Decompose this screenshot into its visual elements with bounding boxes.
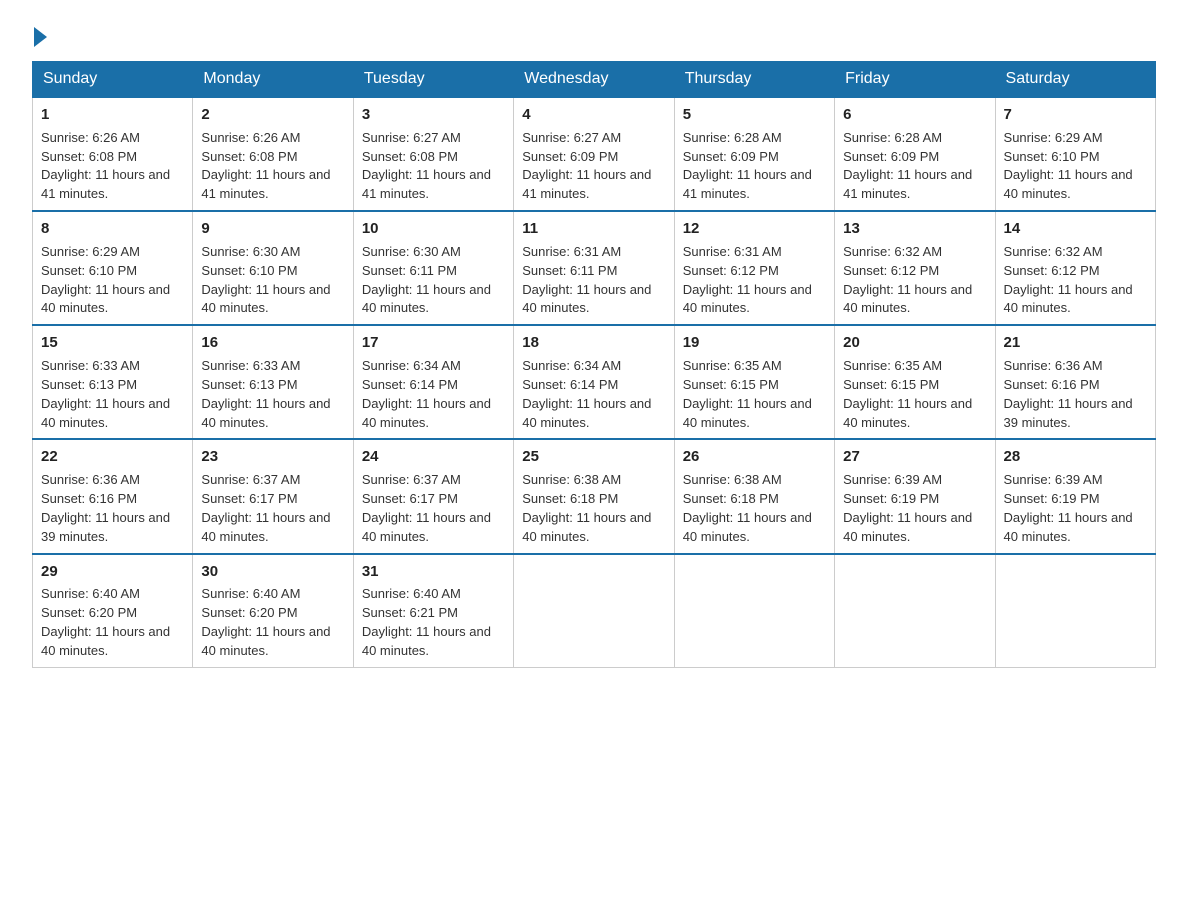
calendar-cell: 7Sunrise: 6:29 AMSunset: 6:10 PMDaylight… bbox=[995, 97, 1155, 211]
calendar-cell bbox=[835, 554, 995, 668]
day-number: 28 bbox=[1004, 446, 1147, 468]
day-number: 16 bbox=[201, 332, 344, 354]
page-header bbox=[32, 24, 1156, 43]
week-row-5: 29Sunrise: 6:40 AMSunset: 6:20 PMDayligh… bbox=[33, 554, 1156, 668]
logo bbox=[32, 24, 47, 43]
calendar-cell: 27Sunrise: 6:39 AMSunset: 6:19 PMDayligh… bbox=[835, 439, 995, 553]
calendar-cell bbox=[674, 554, 834, 668]
day-number: 13 bbox=[843, 218, 986, 240]
day-header-friday: Friday bbox=[835, 62, 995, 98]
day-number: 30 bbox=[201, 561, 344, 583]
calendar-cell: 9Sunrise: 6:30 AMSunset: 6:10 PMDaylight… bbox=[193, 211, 353, 325]
calendar-cell bbox=[514, 554, 674, 668]
day-number: 20 bbox=[843, 332, 986, 354]
calendar-cell: 3Sunrise: 6:27 AMSunset: 6:08 PMDaylight… bbox=[353, 97, 513, 211]
calendar-table: SundayMondayTuesdayWednesdayThursdayFrid… bbox=[32, 61, 1156, 668]
day-number: 25 bbox=[522, 446, 665, 468]
calendar-cell: 24Sunrise: 6:37 AMSunset: 6:17 PMDayligh… bbox=[353, 439, 513, 553]
calendar-cell: 29Sunrise: 6:40 AMSunset: 6:20 PMDayligh… bbox=[33, 554, 193, 668]
day-number: 6 bbox=[843, 104, 986, 126]
day-number: 9 bbox=[201, 218, 344, 240]
day-header-monday: Monday bbox=[193, 62, 353, 98]
day-number: 26 bbox=[683, 446, 826, 468]
calendar-cell: 12Sunrise: 6:31 AMSunset: 6:12 PMDayligh… bbox=[674, 211, 834, 325]
day-number: 27 bbox=[843, 446, 986, 468]
day-number: 23 bbox=[201, 446, 344, 468]
day-number: 19 bbox=[683, 332, 826, 354]
day-number: 31 bbox=[362, 561, 505, 583]
calendar-cell: 30Sunrise: 6:40 AMSunset: 6:20 PMDayligh… bbox=[193, 554, 353, 668]
week-row-2: 8Sunrise: 6:29 AMSunset: 6:10 PMDaylight… bbox=[33, 211, 1156, 325]
calendar-cell: 25Sunrise: 6:38 AMSunset: 6:18 PMDayligh… bbox=[514, 439, 674, 553]
calendar-cell: 11Sunrise: 6:31 AMSunset: 6:11 PMDayligh… bbox=[514, 211, 674, 325]
calendar-header-row: SundayMondayTuesdayWednesdayThursdayFrid… bbox=[33, 62, 1156, 98]
calendar-cell: 2Sunrise: 6:26 AMSunset: 6:08 PMDaylight… bbox=[193, 97, 353, 211]
calendar-cell: 14Sunrise: 6:32 AMSunset: 6:12 PMDayligh… bbox=[995, 211, 1155, 325]
day-header-sunday: Sunday bbox=[33, 62, 193, 98]
day-number: 17 bbox=[362, 332, 505, 354]
day-number: 2 bbox=[201, 104, 344, 126]
calendar-cell: 5Sunrise: 6:28 AMSunset: 6:09 PMDaylight… bbox=[674, 97, 834, 211]
day-number: 29 bbox=[41, 561, 184, 583]
calendar-cell: 16Sunrise: 6:33 AMSunset: 6:13 PMDayligh… bbox=[193, 325, 353, 439]
week-row-3: 15Sunrise: 6:33 AMSunset: 6:13 PMDayligh… bbox=[33, 325, 1156, 439]
day-number: 12 bbox=[683, 218, 826, 240]
day-number: 21 bbox=[1004, 332, 1147, 354]
day-number: 7 bbox=[1004, 104, 1147, 126]
day-number: 1 bbox=[41, 104, 184, 126]
day-number: 11 bbox=[522, 218, 665, 240]
day-number: 24 bbox=[362, 446, 505, 468]
calendar-cell: 22Sunrise: 6:36 AMSunset: 6:16 PMDayligh… bbox=[33, 439, 193, 553]
day-number: 4 bbox=[522, 104, 665, 126]
day-header-saturday: Saturday bbox=[995, 62, 1155, 98]
day-number: 15 bbox=[41, 332, 184, 354]
calendar-cell: 18Sunrise: 6:34 AMSunset: 6:14 PMDayligh… bbox=[514, 325, 674, 439]
day-number: 18 bbox=[522, 332, 665, 354]
day-number: 10 bbox=[362, 218, 505, 240]
day-number: 5 bbox=[683, 104, 826, 126]
calendar-cell: 4Sunrise: 6:27 AMSunset: 6:09 PMDaylight… bbox=[514, 97, 674, 211]
calendar-cell: 1Sunrise: 6:26 AMSunset: 6:08 PMDaylight… bbox=[33, 97, 193, 211]
calendar-cell: 15Sunrise: 6:33 AMSunset: 6:13 PMDayligh… bbox=[33, 325, 193, 439]
calendar-cell: 31Sunrise: 6:40 AMSunset: 6:21 PMDayligh… bbox=[353, 554, 513, 668]
calendar-cell: 21Sunrise: 6:36 AMSunset: 6:16 PMDayligh… bbox=[995, 325, 1155, 439]
day-header-tuesday: Tuesday bbox=[353, 62, 513, 98]
calendar-cell: 28Sunrise: 6:39 AMSunset: 6:19 PMDayligh… bbox=[995, 439, 1155, 553]
day-number: 8 bbox=[41, 218, 184, 240]
logo-arrow-icon bbox=[34, 27, 47, 47]
day-number: 22 bbox=[41, 446, 184, 468]
calendar-cell: 23Sunrise: 6:37 AMSunset: 6:17 PMDayligh… bbox=[193, 439, 353, 553]
day-number: 3 bbox=[362, 104, 505, 126]
calendar-cell: 17Sunrise: 6:34 AMSunset: 6:14 PMDayligh… bbox=[353, 325, 513, 439]
calendar-cell: 8Sunrise: 6:29 AMSunset: 6:10 PMDaylight… bbox=[33, 211, 193, 325]
calendar-cell: 26Sunrise: 6:38 AMSunset: 6:18 PMDayligh… bbox=[674, 439, 834, 553]
calendar-cell bbox=[995, 554, 1155, 668]
week-row-1: 1Sunrise: 6:26 AMSunset: 6:08 PMDaylight… bbox=[33, 97, 1156, 211]
calendar-cell: 19Sunrise: 6:35 AMSunset: 6:15 PMDayligh… bbox=[674, 325, 834, 439]
week-row-4: 22Sunrise: 6:36 AMSunset: 6:16 PMDayligh… bbox=[33, 439, 1156, 553]
day-header-wednesday: Wednesday bbox=[514, 62, 674, 98]
calendar-cell: 10Sunrise: 6:30 AMSunset: 6:11 PMDayligh… bbox=[353, 211, 513, 325]
day-number: 14 bbox=[1004, 218, 1147, 240]
calendar-cell: 20Sunrise: 6:35 AMSunset: 6:15 PMDayligh… bbox=[835, 325, 995, 439]
calendar-cell: 13Sunrise: 6:32 AMSunset: 6:12 PMDayligh… bbox=[835, 211, 995, 325]
calendar-cell: 6Sunrise: 6:28 AMSunset: 6:09 PMDaylight… bbox=[835, 97, 995, 211]
day-header-thursday: Thursday bbox=[674, 62, 834, 98]
